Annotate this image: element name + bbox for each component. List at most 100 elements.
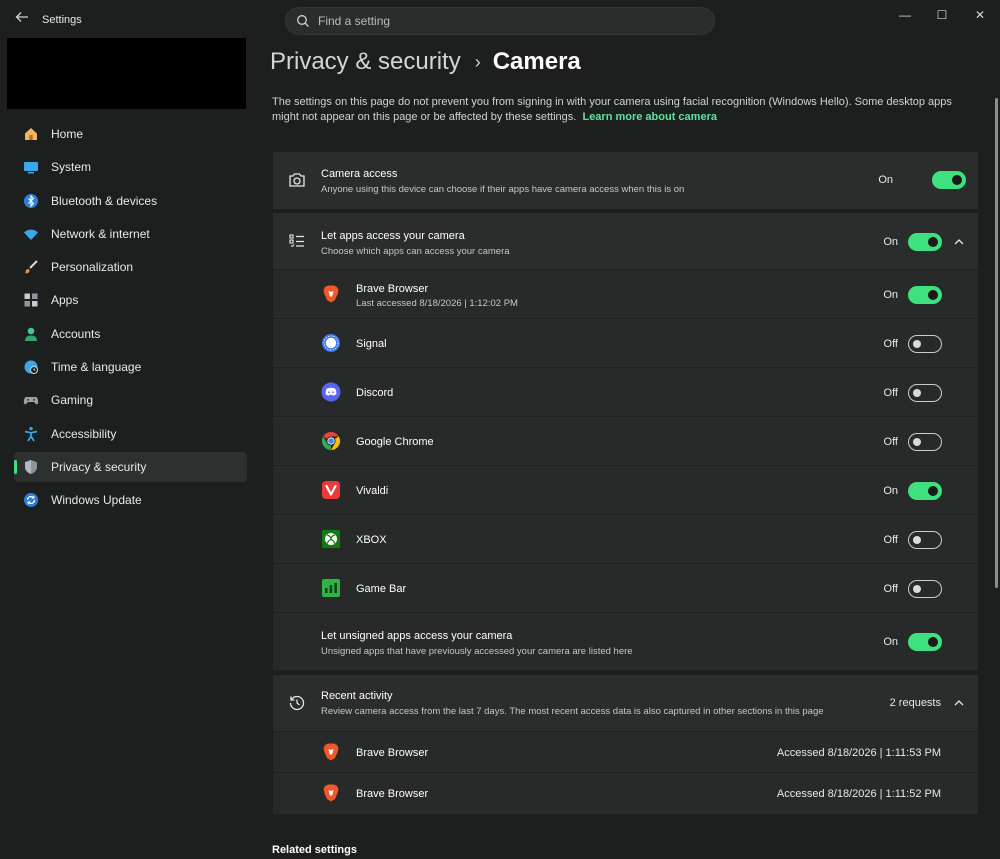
sidebar-item-gaming[interactable]: Gaming [14, 385, 247, 415]
app-state: Off [883, 534, 898, 546]
app-row-discord: Discord Off [273, 368, 978, 416]
accounts-icon [22, 325, 40, 343]
app-row-vivaldi: Vivaldi On [273, 466, 978, 514]
app-state: Off [883, 338, 898, 350]
camera-access-title: Camera access [321, 168, 398, 180]
recent-app-name: Brave Browser [356, 788, 429, 800]
app-row-xbox: XBOX Off [273, 515, 978, 563]
app-name: Discord [356, 387, 394, 399]
sidebar-item-privacy-security[interactable]: Privacy & security [14, 451, 247, 482]
let-apps-title: Let apps access your camera [321, 230, 465, 242]
search-icon [297, 15, 309, 27]
account-panel-redacted[interactable] [7, 38, 246, 109]
sidebar-item-bluetooth[interactable]: Bluetooth & devices [14, 186, 247, 216]
app-toggle-chrome[interactable] [908, 433, 942, 451]
app-toggle-brave[interactable] [908, 286, 942, 304]
minimize-button[interactable]: — [887, 0, 923, 30]
app-state: On [883, 289, 898, 301]
list-icon [289, 234, 304, 248]
brave-icon [323, 743, 339, 761]
app-row-brave: Brave Browser Last accessed 8/18/2026 | … [273, 270, 978, 318]
app-title: Settings [42, 14, 82, 26]
chrome-icon [321, 432, 341, 450]
page-title: Camera [492, 48, 581, 75]
unsigned-apps-toggle[interactable] [908, 633, 942, 651]
recent-activity-count: 2 requests [889, 697, 941, 709]
let-apps-state: On [883, 236, 898, 248]
history-icon [289, 695, 305, 711]
sidebar-item-label: Home [51, 127, 84, 141]
let-apps-toggle[interactable] [908, 233, 942, 251]
chevron-up-icon[interactable] [952, 696, 966, 710]
app-toggle-xbox[interactable] [908, 531, 942, 549]
app-name: Signal [356, 338, 387, 350]
let-apps-header-row[interactable]: Let apps access your camera Choose which… [273, 213, 978, 269]
recent-access-time: Accessed 8/18/2026 | 1:11:52 PM [776, 788, 941, 800]
shield-icon [22, 458, 40, 476]
breadcrumb-parent-link[interactable]: Privacy & security [270, 48, 461, 76]
recent-activity-entry: Brave Browser Accessed 8/18/2026 | 1:11:… [273, 732, 978, 772]
sidebar-item-windows-update[interactable]: Windows Update [14, 485, 247, 515]
maximize-button[interactable]: ☐ [924, 0, 960, 30]
signal-icon [322, 334, 340, 352]
recent-app-name: Brave Browser [356, 747, 429, 759]
sidebar-item-label: Accessibility [51, 426, 117, 441]
let-apps-access-card: Let apps access your camera Choose which… [273, 213, 978, 670]
related-settings-heading: Related settings [272, 844, 357, 856]
search-box[interactable] [285, 7, 715, 35]
brush-icon [22, 258, 40, 276]
unsigned-apps-row: Let unsigned apps access your camera Uns… [273, 613, 978, 670]
game-bar-icon [322, 579, 340, 597]
app-row-signal: Signal Off [273, 319, 978, 367]
system-icon [22, 158, 40, 176]
sidebar-item-accessibility[interactable]: Accessibility [14, 419, 247, 449]
let-apps-description: Choose which apps can access your camera [321, 246, 510, 257]
app-state: Off [883, 436, 898, 448]
sidebar-item-label: Time & language [51, 360, 142, 375]
back-arrow-icon[interactable] [12, 10, 32, 30]
recent-activity-header-row[interactable]: Recent activity Review camera access fro… [273, 675, 978, 731]
xbox-icon [322, 530, 340, 548]
app-state: Off [883, 387, 898, 399]
sidebar-item-label: Bluetooth & devices [51, 193, 158, 208]
recent-activity-title: Recent activity [321, 690, 393, 702]
sidebar-item-accounts[interactable]: Accounts [14, 319, 247, 349]
app-toggle-signal[interactable] [908, 335, 942, 353]
app-toggle-game-bar[interactable] [908, 580, 942, 598]
sidebar-item-label: Network & internet [51, 226, 150, 241]
sidebar-item-time-language[interactable]: Time & language [14, 352, 247, 382]
bluetooth-icon [22, 192, 40, 210]
sidebar-item-system[interactable]: System [14, 152, 247, 182]
gamepad-icon [22, 391, 40, 409]
sidebar-item-label: Accounts [51, 326, 101, 341]
app-row-chrome: Google Chrome Off [273, 417, 978, 465]
app-name: XBOX [356, 534, 387, 546]
breadcrumb-separator: › [474, 51, 481, 72]
app-state: On [883, 485, 898, 497]
network-icon [22, 225, 40, 243]
camera-access-card: Camera access Anyone using this device c… [273, 152, 978, 209]
app-state: Off [883, 583, 898, 595]
app-toggle-discord[interactable] [908, 384, 942, 402]
sidebar-item-apps[interactable]: Apps [14, 285, 247, 315]
sidebar-item-label: Windows Update [51, 493, 142, 508]
app-name: Brave Browser [356, 283, 429, 295]
apps-icon [22, 291, 40, 309]
app-name: Vivaldi [356, 485, 389, 497]
app-toggle-vivaldi[interactable] [908, 482, 942, 500]
app-name: Google Chrome [356, 436, 434, 448]
learn-more-link[interactable]: Learn more about camera [582, 111, 717, 123]
chevron-up-icon[interactable] [952, 235, 966, 249]
scrollbar[interactable] [995, 98, 998, 588]
sidebar-item-network[interactable]: Network & internet [14, 219, 247, 249]
sidebar-item-home[interactable]: Home [14, 119, 247, 149]
search-input[interactable] [318, 12, 698, 30]
home-icon [22, 125, 40, 143]
close-button[interactable]: ✕ [962, 0, 998, 30]
brave-icon [323, 784, 339, 802]
globe-icon [22, 358, 40, 376]
camera-access-toggle[interactable] [932, 171, 966, 189]
sidebar-item-label: Personalization [51, 260, 134, 275]
sidebar-item-personalization[interactable]: Personalization [14, 252, 247, 282]
sidebar-item-label: Privacy & security [51, 459, 147, 474]
